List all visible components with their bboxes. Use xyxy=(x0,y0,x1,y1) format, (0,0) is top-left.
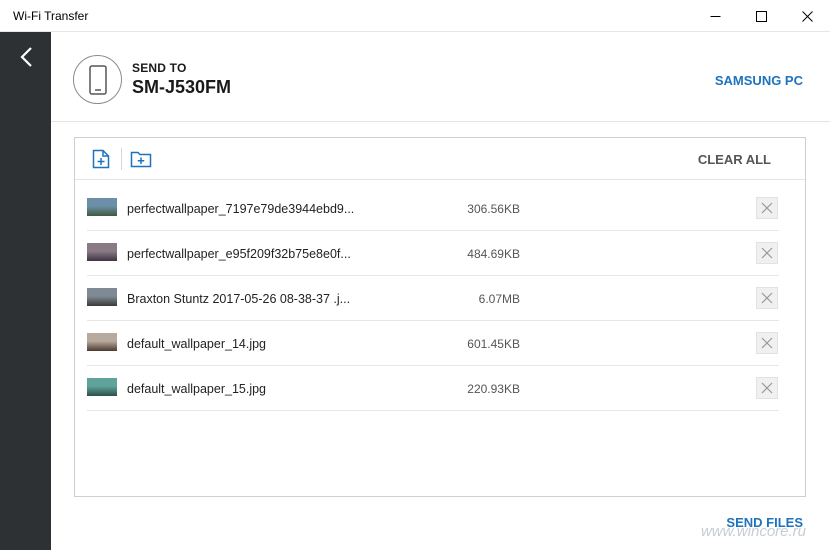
send-to-label: SEND TO xyxy=(132,61,187,75)
file-thumbnail xyxy=(87,378,117,396)
back-button[interactable] xyxy=(0,32,51,82)
file-size: 306.56KB xyxy=(467,202,520,216)
file-size: 6.07MB xyxy=(478,292,520,306)
samsung-pc-link[interactable]: SAMSUNG PC xyxy=(715,73,803,88)
file-panel: CLEAR ALL perfectwallpaper_7197e79de3944… xyxy=(74,137,806,497)
close-icon xyxy=(801,10,813,22)
file-list: perfectwallpaper_7197e79de3944ebd9... 306… xyxy=(87,186,779,411)
remove-file-button[interactable] xyxy=(756,332,778,354)
file-name: Braxton Stuntz 2017-05-26 08-38-37 .j... xyxy=(127,292,351,306)
remove-file-button[interactable] xyxy=(756,287,778,309)
file-row: perfectwallpaper_e95f209f32b75e8e0f... 48… xyxy=(87,231,779,276)
close-icon xyxy=(761,202,773,214)
file-row: default_wallpaper_15.jpg 220.93KB xyxy=(87,366,779,411)
device-name: SM-J530FM xyxy=(132,77,232,97)
file-size: 484.69KB xyxy=(467,247,520,261)
close-button[interactable] xyxy=(784,0,830,32)
file-name: perfectwallpaper_e95f209f32b75e8e0f... xyxy=(127,247,351,261)
remove-file-button[interactable] xyxy=(756,197,778,219)
close-icon xyxy=(761,247,773,259)
file-thumbnail xyxy=(87,243,117,261)
file-thumbnail xyxy=(87,333,117,351)
add-file-button[interactable] xyxy=(90,148,112,170)
minimize-icon xyxy=(710,15,720,17)
remove-file-button[interactable] xyxy=(756,377,778,399)
close-icon xyxy=(761,292,773,304)
file-name: default_wallpaper_14.jpg xyxy=(127,337,266,351)
device-header: SEND TO SM-J530FM SAMSUNG PC xyxy=(51,32,830,122)
smartphone-icon xyxy=(88,64,107,95)
device-avatar xyxy=(73,55,122,104)
watermark: www.wincore.ru xyxy=(700,523,806,540)
file-size: 220.93KB xyxy=(467,382,520,396)
maximize-button[interactable] xyxy=(738,0,784,32)
file-row: default_wallpaper_14.jpg 601.45KB xyxy=(87,321,779,366)
clear-all-button[interactable]: CLEAR ALL xyxy=(698,152,771,167)
file-thumbnail xyxy=(87,288,117,306)
chevron-left-icon xyxy=(19,47,32,67)
file-name: perfectwallpaper_7197e79de3944ebd9... xyxy=(127,202,355,216)
file-row: Braxton Stuntz 2017-05-26 08-38-37 .j...… xyxy=(87,276,779,321)
add-file-icon xyxy=(92,149,110,169)
title-bar: Wi-Fi Transfer xyxy=(0,0,830,32)
minimize-button[interactable] xyxy=(692,0,738,32)
sidebar xyxy=(0,32,51,550)
add-folder-button[interactable] xyxy=(130,148,152,170)
add-folder-icon xyxy=(130,151,152,168)
file-size: 601.45KB xyxy=(467,337,520,351)
toolbar-divider xyxy=(121,148,122,170)
close-icon xyxy=(761,382,773,394)
maximize-icon xyxy=(755,10,767,22)
file-toolbar: CLEAR ALL xyxy=(75,138,805,180)
file-thumbnail xyxy=(87,198,117,216)
file-row: perfectwallpaper_7197e79de3944ebd9... 306… xyxy=(87,186,779,231)
close-icon xyxy=(761,337,773,349)
file-name: default_wallpaper_15.jpg xyxy=(127,382,266,396)
window-title: Wi-Fi Transfer xyxy=(13,9,89,23)
remove-file-button[interactable] xyxy=(756,242,778,264)
